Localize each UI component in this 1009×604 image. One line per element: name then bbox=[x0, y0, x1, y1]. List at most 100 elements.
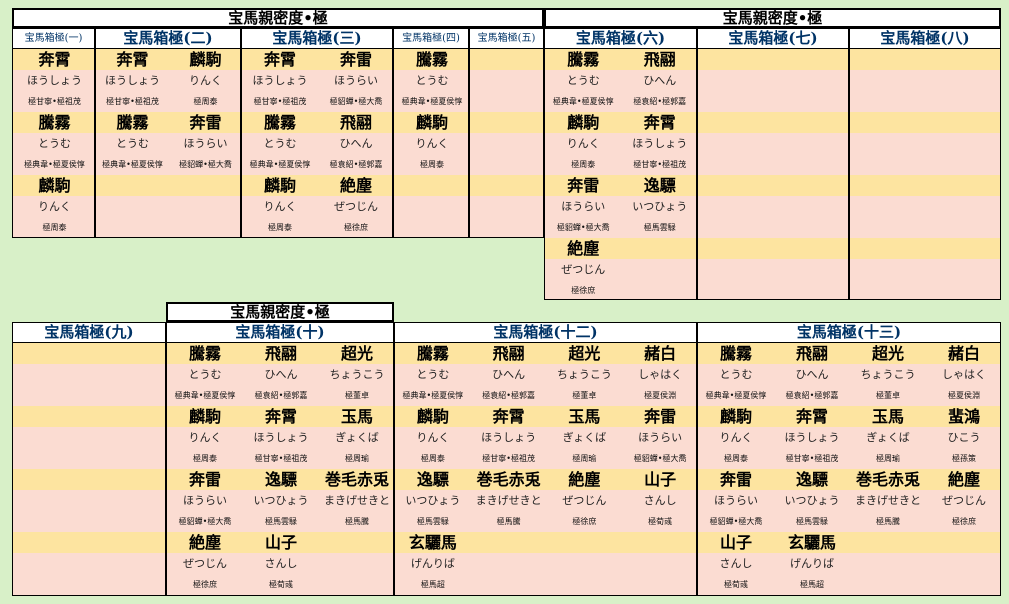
horse-bond: 極袁紹•極郭嘉 bbox=[482, 391, 535, 400]
horse-name: 麟駒 bbox=[416, 407, 449, 426]
horse-entry: 飛翮 ひへん 極袁紹•極郭嘉 bbox=[471, 343, 547, 406]
row-band bbox=[13, 469, 165, 490]
horse-name: 奔雷 bbox=[644, 407, 677, 426]
horse-name: 奔雷 bbox=[189, 113, 222, 132]
horse-name: 奔雷 bbox=[339, 50, 372, 69]
horse-name: 奔霄 bbox=[38, 50, 71, 69]
horse-bond: 極典韋•極夏侯惇 bbox=[401, 97, 463, 106]
row-band bbox=[698, 112, 848, 133]
horse-reading: とうむ bbox=[116, 137, 149, 150]
horse-name: 奔霄 bbox=[263, 50, 296, 69]
horse-entry: 赭白 しゃはく 極夏侯淵 bbox=[926, 343, 1000, 406]
row-band bbox=[470, 70, 543, 91]
row-band bbox=[850, 259, 1000, 280]
horse-entry: 玉馬 ぎょくば 極周瑜 bbox=[319, 406, 393, 469]
horse-reading: ほうらい bbox=[183, 137, 228, 150]
horse-box: 宝馬箱極(十三) 騰霧 とうむ 極典韋•極夏侯惇 飛翮 ひへん 極袁紹•極郭嘉 超光 ちょうこう… bbox=[697, 322, 1001, 596]
horse-entry: 麟駒 りんく 極周泰 bbox=[545, 112, 622, 175]
horse-reading: ほうしょう bbox=[784, 431, 840, 444]
horse-name: 赭白 bbox=[644, 344, 677, 363]
horse-reading: ちょうこう bbox=[556, 368, 612, 381]
horse-bond: 極荀彧 bbox=[724, 580, 748, 589]
horse-bond: 極周泰 bbox=[571, 160, 596, 169]
horse-bond: 極典韋•極夏侯惇 bbox=[24, 160, 85, 169]
horse-name: 麟駒 bbox=[719, 407, 752, 426]
row-band bbox=[850, 217, 1000, 238]
row-band bbox=[698, 238, 848, 259]
horse-box: 宝馬箱極(六) 騰霧 とうむ 極典韋•極夏侯惇 飛翮 ひへん 極袁紹•極郭嘉 麟駒 りんく 極周泰… bbox=[544, 28, 697, 300]
horse-name: 超光 bbox=[871, 344, 904, 363]
horse-entry: 奔雷 ほうらい 極貂蟬•極大喬 bbox=[318, 49, 392, 112]
box-header: 宝馬箱極(五) bbox=[470, 29, 543, 49]
horse-reading: ほうらい bbox=[334, 74, 378, 87]
row-band bbox=[470, 217, 543, 237]
horse-name: 奔霄 bbox=[492, 407, 525, 426]
horse-name: 麟駒 bbox=[567, 113, 600, 132]
horse-entry: 絶塵 ぜつじん 極徐庶 bbox=[547, 469, 623, 532]
horse-reading: げんりば bbox=[790, 557, 834, 570]
horse-bond: 極夏侯淵 bbox=[948, 391, 980, 400]
horse-entry: 奔霄 ほうしょう 極甘寧•極祖茂 bbox=[242, 49, 318, 112]
horse-reading: とうむ bbox=[415, 74, 449, 87]
horse-bond: 極馬雲騄 bbox=[416, 517, 449, 526]
row-band bbox=[13, 385, 165, 406]
horse-reading: ほうしょう bbox=[105, 74, 160, 87]
horse-bond: 極馬超 bbox=[800, 580, 824, 589]
horse-reading: ほうらい bbox=[183, 494, 227, 507]
horse-reading: ほうらい bbox=[714, 494, 758, 507]
horse-entry: 麟駒 りんく 極周泰 bbox=[13, 175, 94, 237]
horse-reading: さんし bbox=[643, 494, 677, 507]
horse-bond: 極周泰 bbox=[420, 160, 444, 169]
horse-name: 奔霄 bbox=[116, 50, 149, 69]
horse-name: 騰霧 bbox=[188, 344, 221, 363]
horse-name: 奔霄 bbox=[795, 407, 828, 426]
horse-bond: 極徐庶 bbox=[572, 517, 597, 526]
row-band bbox=[850, 112, 1000, 133]
horse-entry: 超光 ちょうこう 極董卓 bbox=[319, 343, 393, 406]
horse-box: 宝馬箱極(二) 奔霄 ほうしょう 極甘寧•極祖茂 麟駒 りんく 極周泰 騰霧 とうむ 極典韋•極夏… bbox=[95, 28, 241, 238]
horse-reading: ちょうこう bbox=[860, 368, 916, 381]
horse-entry: 飛翮 ひへん 極袁紹•極郭嘉 bbox=[318, 112, 392, 175]
horse-reading: りんく bbox=[416, 431, 450, 444]
row-band bbox=[470, 133, 543, 154]
horse-name: 山子 bbox=[719, 533, 752, 552]
row-band bbox=[698, 196, 848, 217]
horse-entry: 超光 ちょうこう 極董卓 bbox=[547, 343, 623, 406]
horse-bond: 極董卓 bbox=[876, 391, 900, 400]
row-band bbox=[96, 217, 240, 237]
horse-box: 宝馬箱極(十) 騰霧 とうむ 極典韋•極夏侯惇 飛翮 ひへん 極袁紹•極郭嘉 超光 ちょうこう極… bbox=[166, 322, 394, 596]
row-band bbox=[96, 175, 240, 196]
horse-entry: 飛翮 ひへん 極袁紹•極郭嘉 bbox=[622, 49, 697, 112]
horse-name: 騰霧 bbox=[415, 50, 448, 69]
horse-bond: 極甘寧•極祖茂 bbox=[254, 454, 308, 463]
horse-bond: 極馬雲騄 bbox=[643, 223, 676, 232]
horse-reading: りんく bbox=[263, 200, 297, 213]
horse-entry: 麟駒 りんく 極周泰 bbox=[395, 406, 471, 469]
horse-entry: 絶塵 ぜつじん 極徐庶 bbox=[167, 532, 243, 595]
horse-reading: ぜつじん bbox=[562, 494, 607, 507]
horse-bond: 極貂蟬•極大喬 bbox=[556, 223, 610, 232]
horse-reading: ひこう bbox=[947, 431, 981, 444]
horse-bond: 極孫策 bbox=[952, 454, 976, 463]
row-band bbox=[698, 49, 848, 70]
horse-bond: 極荀彧 bbox=[269, 580, 293, 589]
horse-bond: 極貂蟬•極大喬 bbox=[178, 517, 232, 526]
horse-box: 宝馬箱極(五) bbox=[469, 28, 544, 238]
horse-entry: 絶塵 ぜつじん 極徐庶 bbox=[318, 175, 392, 237]
horse-name: 騰霧 bbox=[416, 344, 449, 363]
horse-name: 奔雷 bbox=[188, 470, 221, 489]
horse-entry: 玉馬 ぎょくば 極周瑜 bbox=[547, 406, 623, 469]
horse-name: 逸驃 bbox=[795, 470, 828, 489]
horse-reading: ほうしょう bbox=[27, 74, 82, 87]
horse-reading: ぎょくば bbox=[562, 431, 607, 444]
row-band bbox=[850, 175, 1000, 196]
horse-bond: 極甘寧•極祖茂 bbox=[253, 97, 307, 106]
horse-reading: りんく bbox=[38, 200, 71, 213]
horse-name: 飛翮 bbox=[643, 50, 676, 69]
horse-entry: 麟駒 りんく 極周泰 bbox=[394, 112, 468, 175]
horse-entry: 超光ちょうこう極董卓 bbox=[850, 343, 926, 406]
row-band bbox=[850, 133, 1000, 154]
horse-reading: いつひょう bbox=[253, 494, 309, 507]
horse-name: 玄驪馬 bbox=[408, 533, 457, 552]
row-band bbox=[850, 238, 1000, 259]
